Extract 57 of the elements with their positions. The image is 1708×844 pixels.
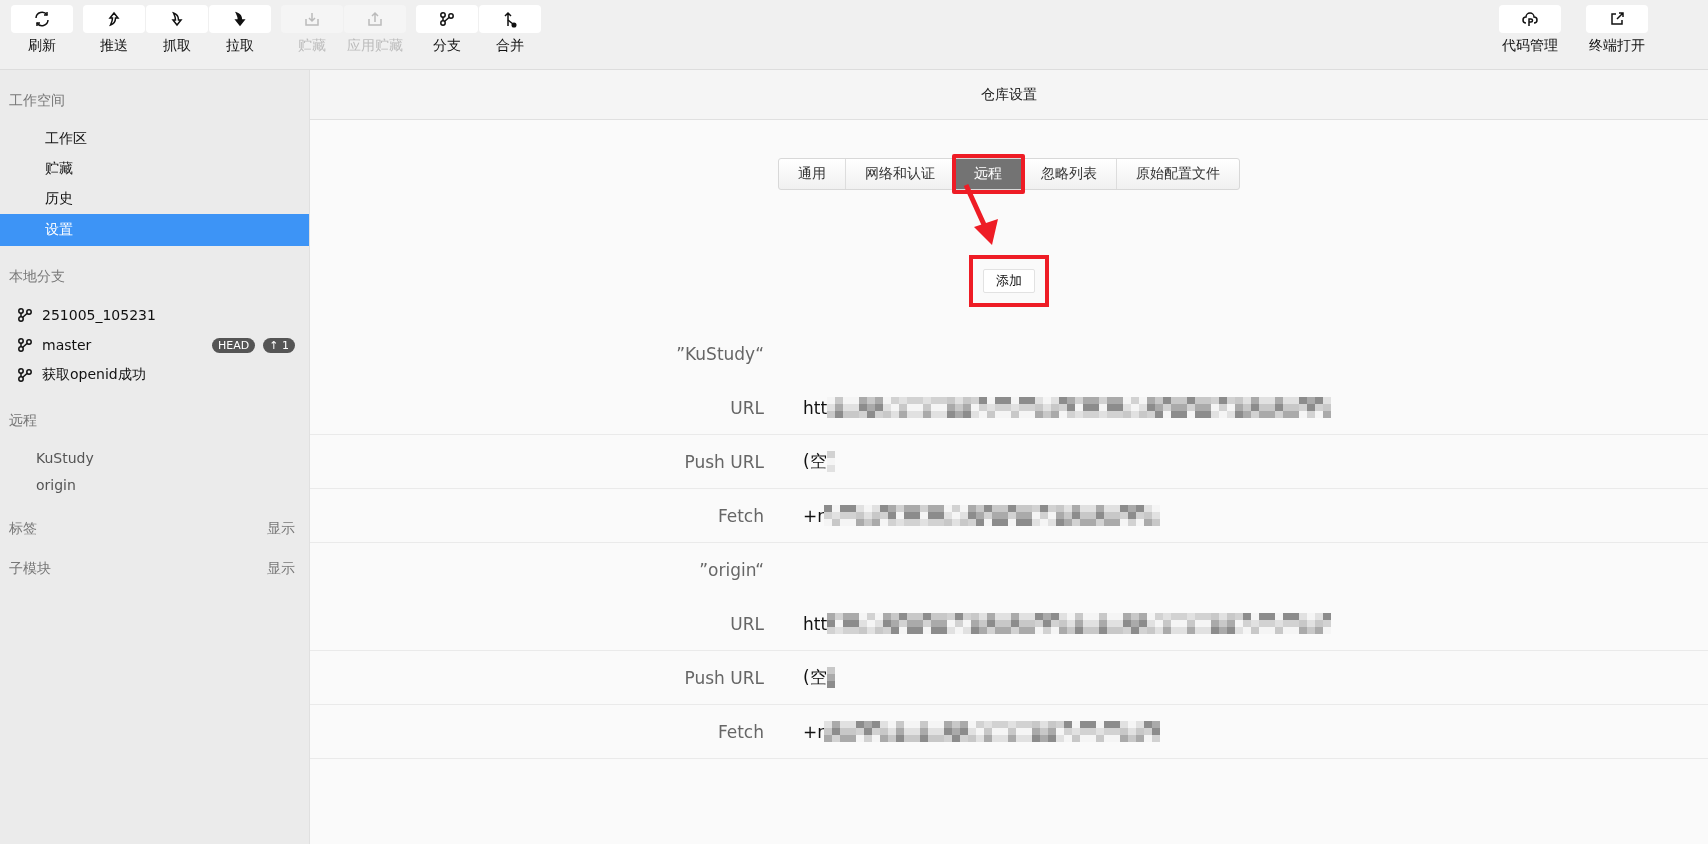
sidebar-item[interactable]: KuStudy (0, 444, 309, 471)
branch-icon (438, 10, 456, 28)
remote-name: ”origin“ (698, 560, 764, 580)
toolbar-button[interactable]: 代码管理 (1499, 5, 1561, 69)
cloud-icon (1521, 10, 1539, 28)
field-value: +r (803, 505, 825, 526)
tab[interactable]: 原始配置文件 (1117, 159, 1239, 189)
toolbar-button[interactable]: 拉取 (209, 5, 271, 69)
field-label: Fetch (716, 721, 764, 742)
section-title: 工作空间 (9, 92, 65, 110)
branch-icon (16, 306, 34, 324)
remote-name: ”KuStudy“ (675, 344, 764, 364)
sidebar-item[interactable]: origin (0, 471, 309, 498)
toolbar-button[interactable]: 终端打开 (1586, 5, 1648, 69)
add-button[interactable]: 添加 (983, 269, 1035, 293)
toolbar-button[interactable]: 分支 (416, 5, 478, 69)
pixelated-redaction (826, 451, 835, 472)
show-link[interactable]: 显示 (267, 560, 295, 578)
show-link[interactable]: 显示 (267, 520, 295, 538)
toolbar-button[interactable]: 推送 (83, 5, 145, 69)
field-value: htt (803, 613, 828, 634)
branch-icon (16, 366, 34, 384)
field-label: URL (729, 397, 764, 418)
pixelated-redaction (826, 667, 835, 688)
tab[interactable]: 忽略列表 (1022, 159, 1117, 189)
sidebar-item[interactable]: 贮藏 (0, 154, 309, 184)
toolbar-button[interactable]: 抓取 (146, 5, 208, 69)
sidebar-item[interactable]: 工作区 (0, 124, 309, 154)
field-label: Push URL (683, 667, 764, 688)
refresh-icon (33, 10, 51, 28)
section-title: 子模块 (9, 560, 51, 578)
external-link-icon (1608, 10, 1626, 28)
field-label: Push URL (683, 451, 764, 472)
toolbar-button[interactable]: 刷新 (11, 5, 73, 69)
field-value: +r (803, 721, 825, 742)
section-title: 本地分支 (9, 268, 65, 286)
branch-badge: HEAD (212, 337, 256, 353)
sidebar-item[interactable]: 251005_105231 (0, 300, 309, 330)
section-title: 标签 (9, 520, 37, 538)
tab[interactable]: 远程 (955, 159, 1022, 189)
field-value: (空 (803, 666, 827, 689)
field-value: (空 (803, 450, 827, 473)
tab[interactable]: 网络和认证 (846, 159, 955, 189)
sidebar-item[interactable]: master HEAD ↑ 1 (0, 330, 309, 360)
branch-icon (16, 336, 34, 354)
toolbar-button[interactable]: 合并 (479, 5, 541, 69)
page-title: 仓库设置 (981, 85, 1037, 104)
branch-badge: ↑ 1 (263, 337, 295, 353)
sidebar-item[interactable]: 历史 (0, 184, 309, 214)
field-label: Fetch (716, 505, 764, 526)
field-label: URL (729, 613, 764, 634)
tray-up-icon (366, 10, 384, 28)
sidebar-item[interactable]: 获取openid成功 (0, 360, 309, 390)
tray-down-icon (303, 10, 321, 28)
section-title: 远程 (9, 412, 37, 430)
field-value: htt (803, 397, 828, 418)
tab[interactable]: 通用 (779, 159, 846, 189)
